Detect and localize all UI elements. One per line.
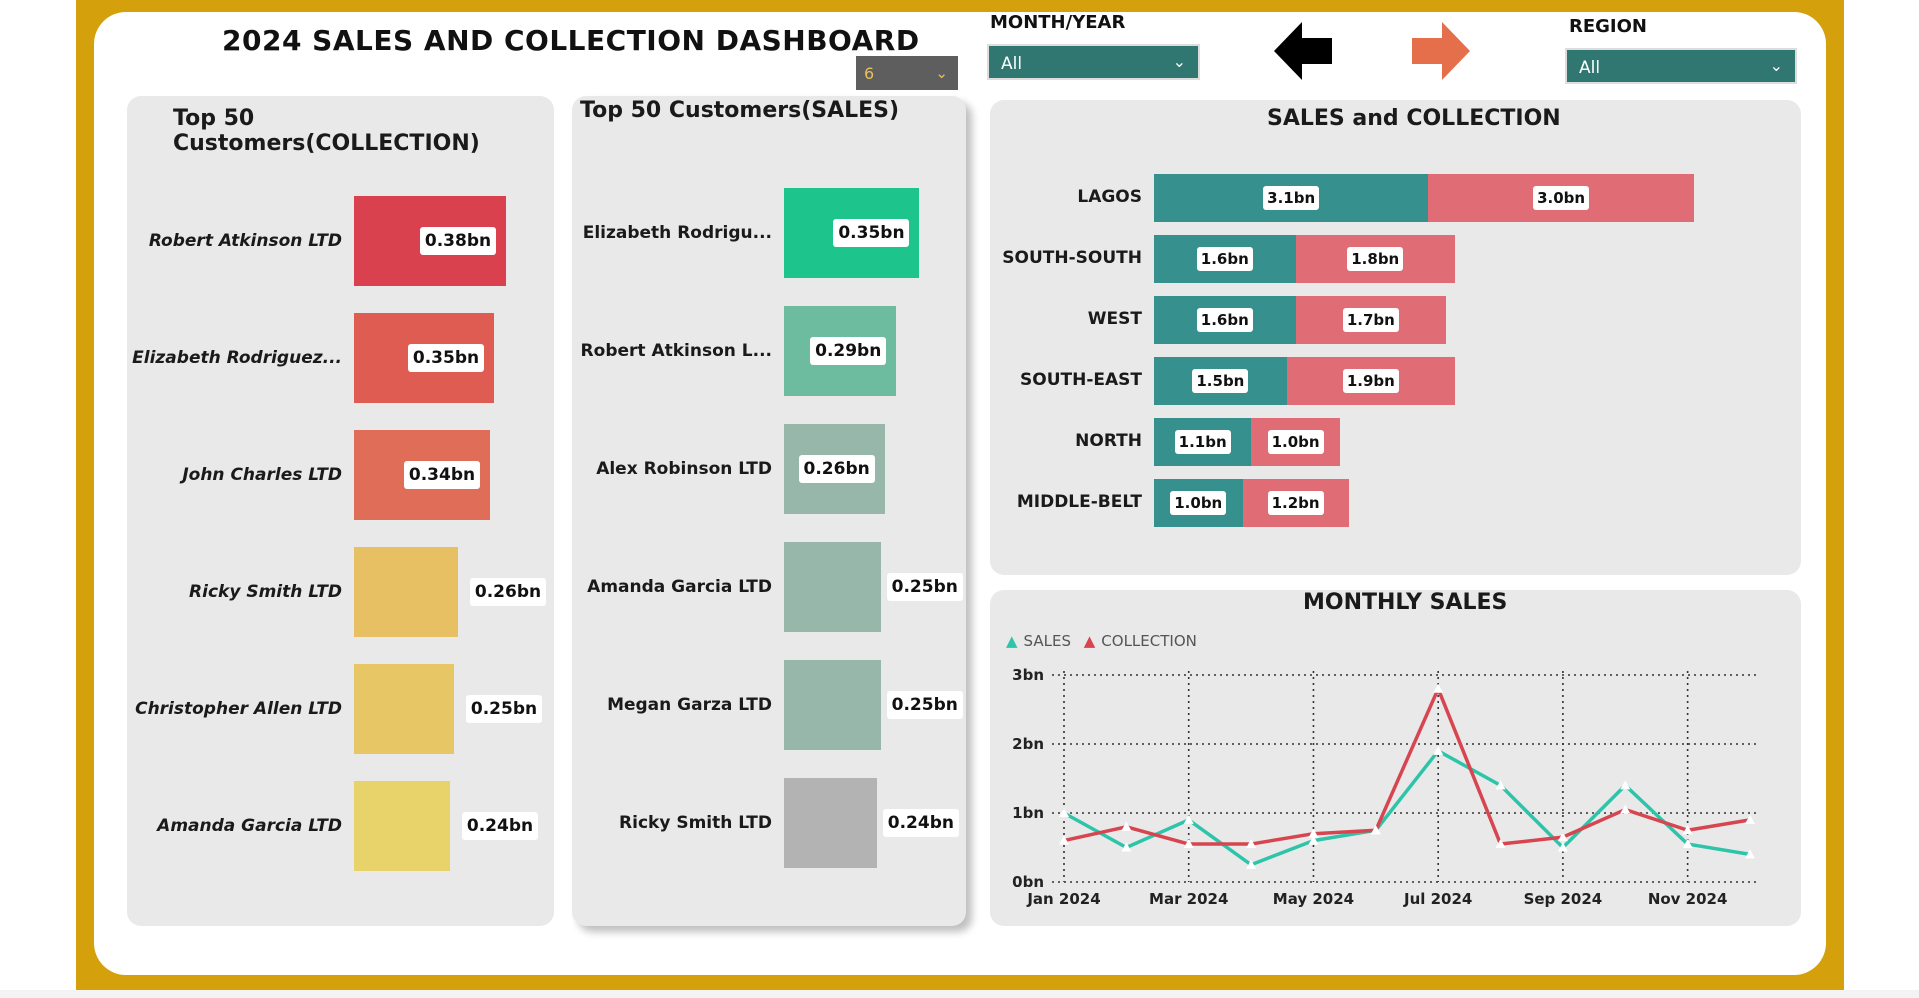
- region-category-label: WEST: [1087, 309, 1142, 329]
- region-value-label: 1.6bn: [1196, 247, 1253, 271]
- line-chart-legend: ▲ SALES ▲ COLLECTION: [1006, 632, 1197, 650]
- collection-customer-name: Elizabeth Rodriguez...: [132, 348, 342, 368]
- sales-value-label: 0.35bn: [833, 219, 910, 247]
- x-tick-label: Jan 2024: [1026, 890, 1100, 908]
- collection-customer-name: Amanda Garcia LTD: [157, 816, 342, 836]
- y-tick-label: 1bn: [1012, 804, 1044, 822]
- collection-bar: [354, 547, 458, 637]
- sales-customer-name: Elizabeth Rodrigu...: [582, 223, 772, 243]
- sales-collection-title: SALES and COLLECTION: [1267, 106, 1561, 131]
- data-point-marker: [1433, 745, 1444, 755]
- data-point-marker: [1183, 814, 1194, 824]
- x-tick-label: Nov 2024: [1648, 890, 1728, 908]
- region-dropdown[interactable]: All ⌄: [1565, 48, 1797, 84]
- collection-customer-name: Christopher Allen LTD: [135, 699, 342, 719]
- sales-customer-name: Robert Atkinson L...: [580, 341, 772, 361]
- region-value-label: 3.1bn: [1263, 186, 1320, 210]
- chevron-down-icon: ⌄: [1172, 52, 1186, 71]
- collection-customers-panel: Top 50 Customers(COLLECTION) Robert Atki…: [127, 96, 554, 926]
- region-value-label: 1.2bn: [1267, 491, 1324, 515]
- collection-value-label: 0.24bn: [462, 812, 538, 840]
- forward-arrow-icon[interactable]: [1410, 20, 1472, 82]
- region-value-label: 3.0bn: [1533, 186, 1590, 210]
- region-value-label: 1.8bn: [1347, 247, 1404, 271]
- x-tick-label: May 2024: [1273, 890, 1354, 908]
- sales-value-label: 0.26bn: [798, 455, 875, 483]
- topn-select[interactable]: 6 ⌄: [856, 56, 958, 90]
- legend-collection-marker: ▲: [1083, 632, 1096, 650]
- back-arrow-icon[interactable]: [1272, 20, 1334, 82]
- topn-select-value: 6: [864, 64, 875, 83]
- region-value: All: [1579, 58, 1601, 78]
- region-category-label: SOUTH-SOUTH: [1002, 248, 1142, 268]
- monthly-line-chart: 0bn 1bn 2bn 3bn Jan 2024 Mar 2024 May 2024 Jul …: [1012, 666, 1760, 908]
- sales-customer-name: Megan Garza LTD: [607, 695, 772, 715]
- x-tick-label: Sep 2024: [1524, 890, 1603, 908]
- collection-panel-title: Top 50 Customers(COLLECTION): [173, 106, 480, 156]
- sales-customer-name: Ricky Smith LTD: [619, 813, 772, 833]
- sales-value-label: 0.24bn: [882, 809, 959, 837]
- region-value-label: 1.0bn: [1267, 430, 1324, 454]
- region-value-label: 1.0bn: [1170, 491, 1227, 515]
- y-tick-label: 0bn: [1012, 873, 1044, 891]
- x-tick-label: Mar 2024: [1149, 890, 1228, 908]
- sales-value-label: 0.25bn: [886, 691, 963, 719]
- collection-bar: [354, 664, 454, 754]
- x-tick-label: Jul 2024: [1403, 890, 1472, 908]
- region-category-label: NORTH: [1075, 431, 1142, 451]
- region-category-label: SOUTH-EAST: [1020, 370, 1142, 390]
- collection-value-label: 0.26bn: [470, 578, 546, 606]
- region-category-label: LAGOS: [1077, 187, 1142, 207]
- region-value-label: 1.9bn: [1342, 369, 1399, 393]
- y-tick-label: 3bn: [1012, 666, 1044, 684]
- y-tick-label: 2bn: [1012, 735, 1044, 753]
- sales-customer-name: Amanda Garcia LTD: [587, 577, 772, 597]
- month-year-dropdown[interactable]: All ⌄: [987, 44, 1200, 80]
- monthly-sales-title: MONTHLY SALES: [1303, 590, 1508, 615]
- chevron-down-icon: ⌄: [935, 64, 948, 82]
- series-line-sales: [1063, 749, 1751, 867]
- chevron-down-icon: ⌄: [1769, 56, 1783, 75]
- legend-collection-label: COLLECTION: [1101, 632, 1197, 650]
- collection-value-label: 0.34bn: [404, 461, 480, 489]
- data-point-marker: [1059, 808, 1069, 817]
- sales-bar: [784, 778, 877, 868]
- month-year-label: MONTH/YEAR: [990, 12, 1126, 33]
- region-value-label: 1.1bn: [1174, 430, 1231, 454]
- legend-sales-label: SALES: [1023, 632, 1071, 650]
- bottom-strip: [0, 990, 1919, 998]
- collection-customer-name: John Charles LTD: [182, 465, 342, 485]
- sales-collection-panel: SALES and COLLECTION LAGOS 3.1bn 3.0bn SOUT…: [990, 100, 1801, 575]
- collection-customer-name: Ricky Smith LTD: [189, 582, 342, 602]
- region-label: REGION: [1569, 16, 1647, 37]
- sales-bar: [784, 542, 881, 632]
- page-title: 2024 SALES AND COLLECTION DASHBOARD: [222, 24, 920, 57]
- collection-bar: [354, 781, 450, 871]
- sales-bar: [784, 660, 881, 750]
- region-category-label: MIDDLE-BELT: [1016, 492, 1142, 512]
- sales-value-label: 0.25bn: [886, 573, 963, 601]
- region-value-label: 1.5bn: [1192, 369, 1249, 393]
- sales-value-label: 0.29bn: [810, 337, 887, 365]
- sales-panel-title: Top 50 Customers(SALES): [580, 98, 900, 123]
- data-point-marker: [1620, 780, 1631, 790]
- collection-customer-name: Robert Atkinson LTD: [148, 231, 342, 251]
- data-point-marker: [1433, 683, 1444, 693]
- sales-customers-panel: Top 50 Customers(SALES) Elizabeth Rodrig…: [572, 96, 966, 926]
- region-value-label: 1.6bn: [1196, 308, 1253, 332]
- sales-customer-name: Alex Robinson LTD: [596, 459, 772, 479]
- region-value-label: 1.7bn: [1342, 308, 1399, 332]
- collection-value-label: 0.35bn: [408, 344, 484, 372]
- series-line-collection: [1063, 687, 1751, 846]
- legend-sales-marker: ▲: [1006, 632, 1018, 650]
- collection-value-label: 0.38bn: [420, 227, 496, 255]
- month-year-value: All: [1001, 54, 1023, 74]
- collection-value-label: 0.25bn: [466, 695, 542, 723]
